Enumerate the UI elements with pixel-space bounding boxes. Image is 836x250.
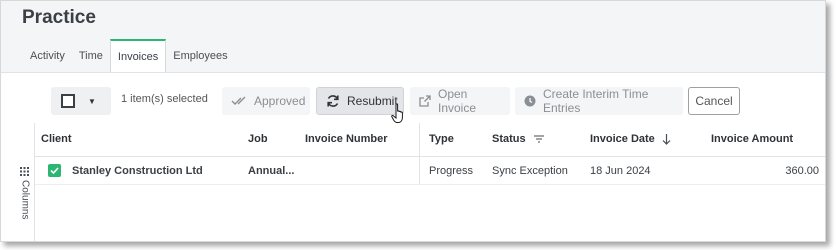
create-interim-time-entries-button[interactable]: Create Interim Time Entries [515, 87, 683, 115]
open-invoice-label: Open Invoice [438, 87, 477, 115]
invoices-panel: ▼ 1 item(s) selected Approved Resubmit O… [1, 72, 825, 241]
hand-pointer-cursor [391, 103, 407, 130]
page-title: Practice [22, 7, 96, 28]
double-check-icon [231, 96, 247, 106]
tab-employees[interactable]: Employees [166, 39, 234, 72]
header-invoice-number[interactable]: Invoice Number [305, 133, 388, 145]
header-invoice-date[interactable]: Invoice Date [590, 133, 671, 145]
filter-icon[interactable] [533, 135, 544, 143]
header-invoice-amount[interactable]: Invoice Amount [711, 133, 793, 145]
header-status[interactable]: Status [492, 133, 544, 145]
header-status-label: Status [492, 133, 526, 145]
practice-window: Practice Activity Time Invoices Employee… [0, 0, 826, 242]
table-header: Client Job Invoice Number Type Status In… [35, 123, 825, 157]
clock-icon [524, 95, 536, 107]
tab-time[interactable]: Time [72, 39, 110, 72]
grid-icon [20, 167, 31, 176]
cell-invoice-amount: 360.00 [785, 165, 819, 177]
header-client[interactable]: Client [41, 133, 72, 145]
open-invoice-button[interactable]: Open Invoice [410, 87, 510, 115]
columns-side-panel[interactable]: Columns [15, 123, 35, 241]
approved-label: Approved [254, 94, 306, 108]
cell-job[interactable]: Annual... [248, 165, 294, 177]
cell-status: Sync Exception [492, 165, 568, 177]
arrow-down-icon[interactable] [662, 133, 671, 145]
cancel-button[interactable]: Cancel [688, 87, 740, 115]
header-type[interactable]: Type [429, 133, 454, 145]
interim-label: Create Interim Time Entries [543, 87, 649, 115]
columns-toggle[interactable]: Columns [17, 167, 33, 219]
cell-client[interactable]: Stanley Construction Ltd [72, 165, 203, 177]
approved-button[interactable]: Approved [222, 87, 310, 115]
select-all-checkbox[interactable] [61, 94, 75, 108]
tab-invoices[interactable]: Invoices [109, 39, 167, 73]
refresh-icon [326, 94, 340, 108]
toolbar: ▼ 1 item(s) selected Approved Resubmit O… [1, 73, 825, 123]
columns-label: Columns [19, 180, 31, 220]
cell-type: Progress [429, 165, 474, 177]
select-all-dropdown[interactable]: ▼ [51, 87, 111, 115]
header-invoice-date-label: Invoice Date [590, 133, 655, 145]
invoices-table: Client Job Invoice Number Type Status In… [35, 123, 825, 185]
caret-down-icon[interactable]: ▼ [88, 97, 96, 106]
table-row[interactable]: Stanley Construction Ltd Annual... Progr… [35, 157, 825, 185]
row-checkbox[interactable] [48, 164, 61, 177]
external-link-icon [419, 95, 431, 107]
header-job[interactable]: Job [248, 133, 268, 145]
tab-activity[interactable]: Activity [23, 39, 72, 72]
tab-bar: Activity Time Invoices Employees [23, 39, 235, 73]
selected-count: 1 item(s) selected [121, 93, 208, 105]
cell-invoice-date: 18 Jun 2024 [590, 165, 651, 177]
